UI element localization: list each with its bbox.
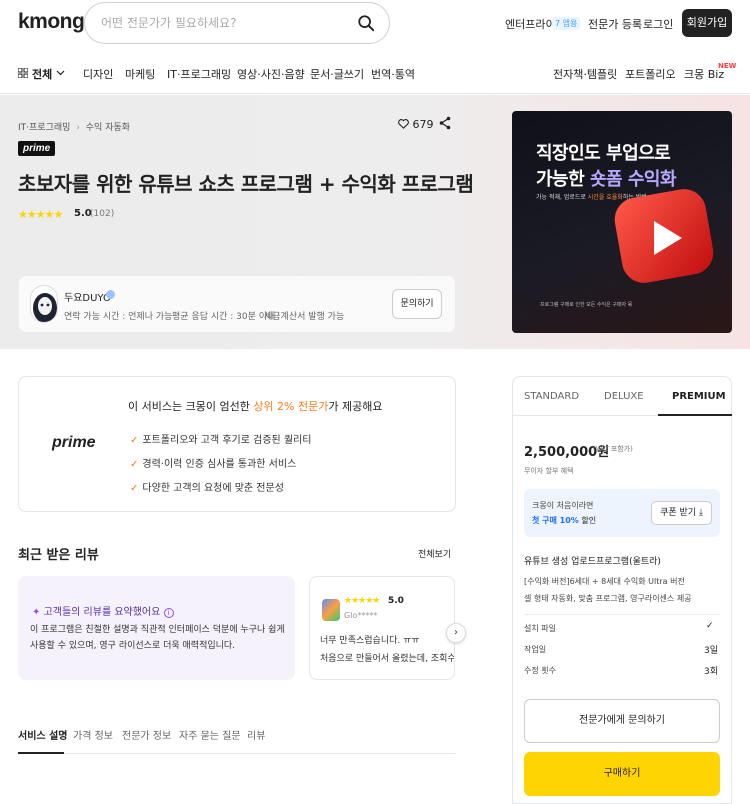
breadcrumb-item[interactable]: IT·프로그래밍 bbox=[18, 123, 70, 133]
response-time: 평균 응답 시간 : 30분 이내 bbox=[172, 312, 276, 322]
get-coupon-button[interactable]: 쿠폰 받기 ⤓ bbox=[651, 501, 712, 525]
service-title: 초보자를 위한 유튜브 쇼츠 프로그램 + 수익화 프로그램 bbox=[18, 172, 474, 196]
spec-workdays-label: 작업일 bbox=[524, 645, 547, 654]
category-translation[interactable]: 번역·통역 bbox=[371, 66, 415, 82]
spec-install-file-label: 설치 파일 bbox=[524, 624, 556, 633]
prime-badge: prime bbox=[18, 141, 56, 156]
active-tab-indicator bbox=[18, 752, 64, 754]
divider bbox=[524, 614, 720, 615]
installment-benefit[interactable]: 무이자 할부 혜택 bbox=[524, 466, 574, 476]
spec-revisions-label: 수정 횟수 bbox=[524, 666, 556, 675]
category-ebook[interactable]: 전자책·템플릿 bbox=[553, 66, 617, 82]
search-icon[interactable] bbox=[357, 14, 375, 32]
search-bar bbox=[84, 2, 390, 44]
share-icon[interactable] bbox=[439, 116, 451, 130]
tab-premium[interactable]: PREMIUM bbox=[672, 391, 726, 402]
category-it[interactable]: IT·프로그래밍 bbox=[167, 66, 231, 82]
kmong-logo[interactable]: kmong bbox=[18, 10, 85, 34]
prime-headline: 이 서비스는 크몽이 엄선한 상위 2% 전문가가 제공해요 bbox=[128, 400, 383, 413]
vat-note: (VAT 포함가) bbox=[593, 445, 633, 453]
check-icon: ✓ bbox=[130, 435, 139, 446]
detail-tabs: 서비스 설명 가격 정보 전문가 정보 자주 묻는 질문 리뷰 bbox=[18, 724, 456, 754]
expert-avatar[interactable] bbox=[30, 285, 58, 323]
enterprise-badge: 7 앱용 bbox=[552, 17, 581, 30]
category-portfolio[interactable]: 포트폴리오 bbox=[625, 66, 676, 82]
purchase-button[interactable]: 구매하기 bbox=[524, 752, 720, 796]
package-description: [수익화 버전]6세대 + 8세대 수익화 Ultra 버전 셀 형태 자동화,… bbox=[524, 577, 692, 603]
category-video[interactable]: 영상·사진·음향 bbox=[237, 66, 305, 82]
category-marketing[interactable]: 마케팅 bbox=[125, 66, 155, 82]
prime-feature: ✓ 포트폴리오와 고객 후기로 검증된 퀄리티 bbox=[130, 435, 312, 446]
prime-feature: ✓ 다양한 고객의 요청에 맞춘 전문성 bbox=[130, 483, 284, 494]
category-writing[interactable]: 문서·글쓰기 bbox=[310, 66, 364, 82]
tab-expert-info[interactable]: 전문가 정보 bbox=[122, 727, 171, 742]
tab-reviews[interactable]: 리뷰 bbox=[247, 727, 265, 742]
spec-revisions-value: 3회 bbox=[704, 667, 719, 677]
like-button[interactable]: 679 bbox=[398, 118, 434, 131]
tax-invoice: 세금계산서 발행 가능 bbox=[264, 312, 345, 322]
category-all[interactable]: 전체 bbox=[18, 66, 66, 81]
new-badge: NEW bbox=[718, 62, 737, 70]
reviewer-name: Glo***** bbox=[344, 611, 378, 620]
verified-icon bbox=[106, 290, 115, 299]
review-text: 너무 만족스럽습니다. ㅠㅠ 처음으로 만들어서 올렸는데, 조회수가 3 bbox=[320, 636, 454, 664]
thumb-line1: 직장인도 부업으로 bbox=[536, 143, 671, 164]
tab-service-description[interactable]: 서비스 설명 bbox=[18, 727, 67, 742]
contact-time: 연락 가능 시간 : 언제나 가능 bbox=[64, 312, 173, 322]
grid-icon bbox=[18, 68, 28, 78]
download-icon: ⤓ bbox=[698, 508, 703, 518]
chevron-right-icon[interactable]: › bbox=[446, 623, 466, 643]
tab-faq[interactable]: 자주 묻는 질문 bbox=[179, 727, 241, 742]
ai-summary-title: ✦ 고객들의 리뷰를 요약했어요 i bbox=[32, 603, 174, 618]
prime-feature: ✓ 경력·이력 인증 심사를 통과한 서비스 bbox=[130, 459, 297, 470]
package-name: 유튜브 생성 업로드프로그램(울트라) bbox=[524, 557, 661, 567]
reviews-title: 최근 받은 리뷰 bbox=[18, 548, 99, 563]
rating-stars: ★★★★★ bbox=[18, 208, 63, 221]
nav-expert-register[interactable]: 전문가 등록 bbox=[588, 16, 642, 32]
like-count: 679 bbox=[412, 118, 434, 131]
review-stars: ★★★★★ bbox=[344, 596, 380, 606]
expert-card bbox=[18, 275, 456, 333]
spec-workdays-value: 3일 bbox=[704, 646, 719, 656]
nav-login[interactable]: 로그인 bbox=[643, 16, 673, 32]
expert-name[interactable]: 두요DUYO bbox=[64, 289, 111, 304]
prime-logo: prime bbox=[52, 434, 96, 451]
breadcrumb: IT·프로그래밍 › 수익 자동화 bbox=[18, 120, 130, 133]
info-icon[interactable]: i bbox=[163, 608, 174, 618]
youtube-play-icon bbox=[614, 189, 714, 283]
search-input[interactable] bbox=[101, 12, 351, 34]
review-count[interactable]: (102) bbox=[90, 209, 114, 219]
coupon-text: 크몽이 처음이라면 bbox=[532, 501, 594, 510]
service-thumbnail[interactable]: 직장인도 부업으로 가능한 숏폼 수익화 가능 적재, 업로드로 시간을 효율화… bbox=[512, 111, 732, 333]
chevron-down-icon bbox=[56, 70, 65, 76]
join-button[interactable]: 회원가입 bbox=[682, 9, 732, 37]
tab-standard[interactable]: STANDARD bbox=[524, 391, 579, 402]
contact-expert-button[interactable]: 전문가에게 문의하기 bbox=[524, 699, 720, 743]
thumb-footer: 프로그램 구매로 인한 모든 수익은 구매자 몫 bbox=[540, 302, 633, 308]
breadcrumb-separator: › bbox=[76, 123, 80, 133]
tab-price-info[interactable]: 가격 정보 bbox=[73, 727, 113, 742]
check-icon: ✓ bbox=[130, 459, 139, 470]
breadcrumb-item[interactable]: 수익 자동화 bbox=[86, 123, 130, 133]
sparkle-icon: ✦ bbox=[32, 607, 41, 618]
check-icon: ✓ bbox=[130, 483, 139, 494]
ai-summary-body: 이 프로그램은 친절한 설명과 직관적 인터페이스 덕분에 누구나 쉽게 사용할… bbox=[30, 625, 285, 651]
contact-expert-button[interactable]: 문의하기 bbox=[392, 289, 442, 319]
reviews-view-all[interactable]: 전체보기 bbox=[418, 547, 451, 560]
active-package-indicator bbox=[658, 414, 732, 416]
coupon-discount: 첫 구매 10% 할인 bbox=[532, 516, 597, 525]
category-design[interactable]: 디자인 bbox=[83, 66, 113, 82]
heart-icon bbox=[398, 119, 409, 129]
category-all-label: 전체 bbox=[32, 68, 53, 81]
review-score: 5.0 bbox=[388, 596, 404, 606]
tab-deluxe[interactable]: DELUXE bbox=[604, 391, 644, 402]
reviewer-avatar bbox=[322, 599, 340, 621]
check-icon: ✓ bbox=[706, 621, 714, 631]
